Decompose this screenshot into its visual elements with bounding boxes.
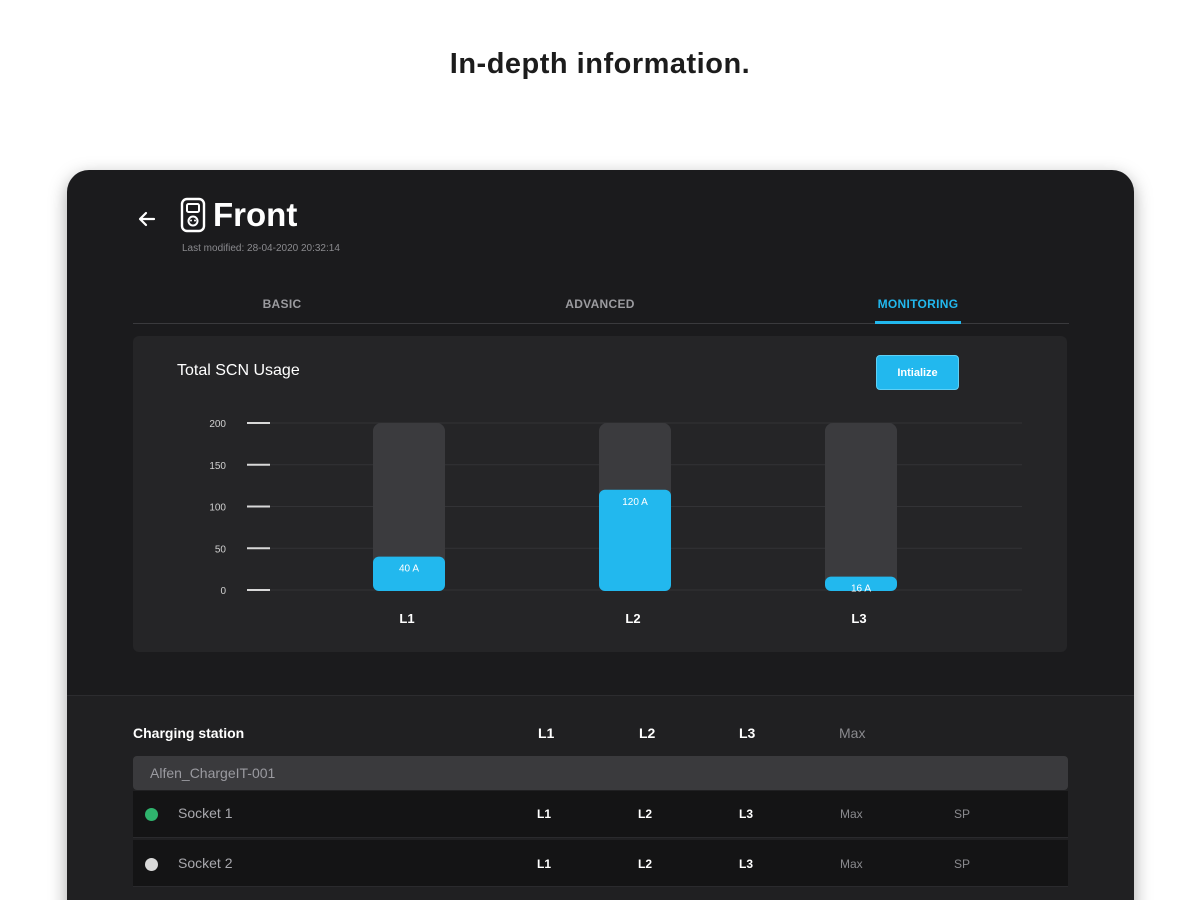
arrow-left-icon[interactable] bbox=[136, 208, 158, 230]
socket-row[interactable] bbox=[133, 840, 1068, 887]
socket-l3: L3 bbox=[739, 807, 754, 821]
socket-max: Max bbox=[840, 857, 863, 871]
socket-row[interactable] bbox=[133, 791, 1068, 838]
header-charging-station: Charging station bbox=[133, 725, 245, 741]
socket-sp: SP bbox=[954, 857, 971, 871]
tab-bar: BASIC ADVANCED MONITORING bbox=[133, 290, 1069, 324]
status-dot-icon bbox=[145, 808, 158, 821]
header-l2: L2 bbox=[639, 725, 656, 741]
socket-l2: L2 bbox=[638, 807, 653, 821]
socket-l2: L2 bbox=[638, 857, 653, 871]
socket-l3: L3 bbox=[739, 857, 754, 871]
page-title: Front bbox=[213, 196, 298, 233]
initialize-button[interactable]: Intialize bbox=[876, 355, 959, 390]
status-dot-icon bbox=[145, 858, 158, 871]
socket-l1: L1 bbox=[537, 807, 552, 821]
active-tab-indicator bbox=[875, 321, 961, 324]
socket-name: Socket 2 bbox=[178, 855, 233, 871]
socket-name: Socket 1 bbox=[178, 805, 233, 821]
tab-basic[interactable]: BASIC bbox=[259, 297, 305, 311]
last-modified-text: Last modified: 28-04-2020 20:32:14 bbox=[182, 243, 340, 254]
socket-sp: SP bbox=[954, 807, 971, 821]
tab-monitoring[interactable]: MONITORING bbox=[875, 297, 961, 311]
header-l3: L3 bbox=[739, 725, 756, 741]
charger-icon bbox=[180, 197, 206, 233]
socket-max: Max bbox=[840, 807, 863, 821]
header-l1: L1 bbox=[538, 725, 555, 741]
arrow-left-icon-glyph bbox=[138, 211, 156, 227]
header-max: Max bbox=[839, 725, 866, 741]
station-name: Alfen_ChargeIT-001 bbox=[150, 765, 276, 781]
chart-title: Total SCN Usage bbox=[177, 362, 300, 379]
headline: In-depth information. bbox=[449, 48, 751, 80]
tab-advanced[interactable]: ADVANCED bbox=[561, 297, 639, 311]
socket-l1: L1 bbox=[537, 857, 552, 871]
